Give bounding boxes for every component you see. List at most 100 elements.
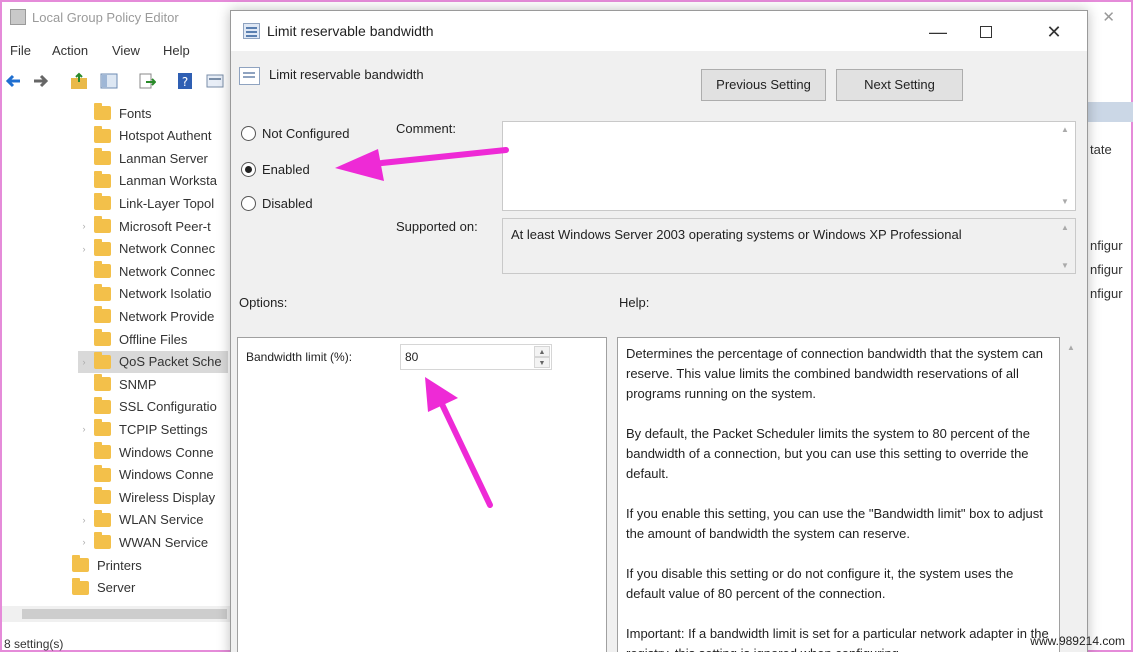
- expand-chevron-icon[interactable]: ›: [78, 244, 90, 254]
- scrollbar-thumb[interactable]: [22, 609, 227, 619]
- list-item[interactable]: nfigur: [1090, 286, 1123, 301]
- help-paragraph: If you disable this setting or do not co…: [626, 566, 1014, 601]
- tree-item[interactable]: Windows Conne: [78, 464, 220, 486]
- folder-icon: [94, 148, 111, 166]
- policy-editor-icon: [10, 9, 26, 25]
- spin-down-icon[interactable]: ▼: [534, 357, 550, 368]
- dialog-title: Limit reservable bandwidth: [267, 23, 434, 39]
- radio-indicator[interactable]: [241, 196, 256, 211]
- tree-item-label: Network Connec: [119, 241, 216, 257]
- tree-item-label: Network Connec: [119, 263, 216, 279]
- folder-icon: [94, 329, 111, 346]
- scroll-down-icon[interactable]: ▼: [1061, 197, 1084, 206]
- tree-item-label: Wireless Display: [119, 489, 216, 505]
- minimize-button[interactable]: —: [915, 19, 961, 47]
- comment-field[interactable]: [502, 121, 1076, 211]
- radio-indicator[interactable]: [241, 162, 256, 177]
- supported-on-field: At least Windows Server 2003 operating s…: [502, 218, 1076, 274]
- tree-item[interactable]: Offline Files: [78, 328, 193, 350]
- tree-item[interactable]: Network Connec: [78, 260, 221, 282]
- menu-view[interactable]: View: [112, 43, 140, 58]
- folder-icon: [94, 374, 111, 392]
- tree-item[interactable]: › WWAN Service: [78, 531, 214, 553]
- up-folder-icon[interactable]: [70, 72, 88, 90]
- radio-label: Disabled: [262, 196, 313, 211]
- policy-icon: [239, 67, 260, 85]
- back-arrow-icon[interactable]: [4, 72, 22, 90]
- menu-file[interactable]: File: [10, 43, 31, 58]
- spin-up-icon[interactable]: ▲: [534, 346, 550, 357]
- tree-item-label: Lanman Worksta: [119, 173, 218, 189]
- tree-item[interactable]: Printers: [56, 554, 148, 576]
- list-item[interactable]: nfigur: [1090, 238, 1123, 253]
- previous-setting-button[interactable]: Previous Setting: [701, 69, 826, 101]
- editor-close-icon[interactable]: ✕: [1102, 8, 1115, 26]
- tree-item[interactable]: › Microsoft Peer-t: [78, 215, 217, 237]
- tree-item-label: Microsoft Peer-t: [119, 218, 211, 234]
- expand-chevron-icon[interactable]: ›: [78, 424, 90, 434]
- menu-help[interactable]: Help: [163, 43, 190, 58]
- show-hide-tree-icon[interactable]: [100, 72, 118, 90]
- radio-enabled[interactable]: Enabled: [241, 162, 310, 177]
- radio-not-configured[interactable]: Not Configured: [241, 126, 349, 141]
- help-paragraph: By default, the Packet Scheduler limits …: [626, 426, 1030, 481]
- tree-item[interactable]: Link-Layer Topol: [78, 192, 220, 214]
- tree-item[interactable]: Lanman Server: [78, 147, 214, 169]
- radio-label: Not Configured: [262, 126, 350, 141]
- tree-horizontal-scrollbar[interactable]: [2, 606, 234, 622]
- tree-item[interactable]: › QoS Packet Sche: [78, 350, 228, 373]
- tree-item[interactable]: Server: [56, 577, 141, 599]
- expand-chevron-icon[interactable]: ›: [78, 537, 90, 547]
- expand-chevron-icon[interactable]: ›: [78, 357, 90, 367]
- close-button[interactable]: ✕: [1031, 19, 1077, 47]
- radio-disabled[interactable]: Disabled: [241, 196, 313, 211]
- tree-item-label: Windows Conne: [119, 444, 214, 460]
- expand-chevron-icon[interactable]: ›: [78, 515, 90, 525]
- maximize-button[interactable]: [963, 19, 1009, 47]
- options-pane: Bandwidth limit (%): 80 ▲ ▼: [237, 337, 607, 652]
- tree-item[interactable]: Lanman Worksta: [78, 170, 223, 192]
- next-setting-button[interactable]: Next Setting: [836, 69, 963, 101]
- export-list-icon[interactable]: [138, 72, 156, 90]
- radio-indicator[interactable]: [241, 126, 256, 141]
- tree-item[interactable]: SSL Configuratio: [78, 396, 223, 418]
- tree-item-label: TCPIP Settings: [119, 421, 208, 437]
- help-icon[interactable]: ?: [176, 72, 194, 90]
- tree-item-label: SNMP: [119, 376, 157, 392]
- tree-item[interactable]: Fonts: [78, 102, 158, 124]
- properties-icon[interactable]: [206, 72, 224, 90]
- tree-item[interactable]: › TCPIP Settings: [78, 418, 214, 440]
- folder-icon: [72, 577, 89, 595]
- help-vertical-scrollbar[interactable]: ▲: [1063, 337, 1079, 652]
- scroll-down-icon[interactable]: ▼: [1061, 261, 1084, 270]
- tree-item-label: WLAN Service: [119, 512, 204, 528]
- tree-item[interactable]: › WLAN Service: [78, 509, 210, 531]
- scroll-up-icon[interactable]: ▲: [1061, 125, 1084, 134]
- folder-icon: [94, 103, 111, 120]
- menu-action[interactable]: Action: [52, 43, 88, 58]
- scroll-up-icon[interactable]: ▲: [1061, 223, 1084, 232]
- dialog-titlebar: Limit reservable bandwidth — ✕: [231, 11, 1087, 51]
- tree-item[interactable]: Hotspot Authent: [78, 125, 218, 147]
- policy-tree: Fonts Hotspot Authent Lanman Server Lanman …: [2, 102, 234, 602]
- tree-item[interactable]: Wireless Display: [78, 486, 221, 508]
- editor-title: Local Group Policy Editor: [32, 10, 179, 25]
- expand-chevron-icon[interactable]: ›: [78, 221, 90, 231]
- list-item[interactable]: nfigur: [1090, 262, 1123, 277]
- help-text-pane: Determines the percentage of connection …: [617, 337, 1060, 652]
- tree-item[interactable]: Network Provide: [78, 305, 220, 327]
- help-paragraph: If you enable this setting, you can use …: [626, 506, 1043, 541]
- column-header-state[interactable]: tate: [1090, 142, 1112, 157]
- bandwidth-limit-value[interactable]: 80: [405, 350, 418, 364]
- tree-item[interactable]: › Network Connec: [78, 238, 221, 260]
- help-paragraph: Important: If a bandwidth limit is set f…: [626, 626, 1049, 652]
- radio-label: Enabled: [262, 162, 310, 177]
- scroll-up-icon[interactable]: ▲: [1067, 343, 1076, 352]
- bandwidth-limit-spinbox[interactable]: 80 ▲ ▼: [400, 344, 552, 370]
- forward-arrow-icon[interactable]: [32, 72, 50, 90]
- tree-item[interactable]: Windows Conne: [78, 441, 220, 463]
- folder-icon: [94, 487, 111, 505]
- watermark: www.989214.com: [1030, 634, 1125, 648]
- tree-item[interactable]: Network Isolatio: [78, 283, 217, 305]
- tree-item[interactable]: SNMP: [78, 373, 163, 395]
